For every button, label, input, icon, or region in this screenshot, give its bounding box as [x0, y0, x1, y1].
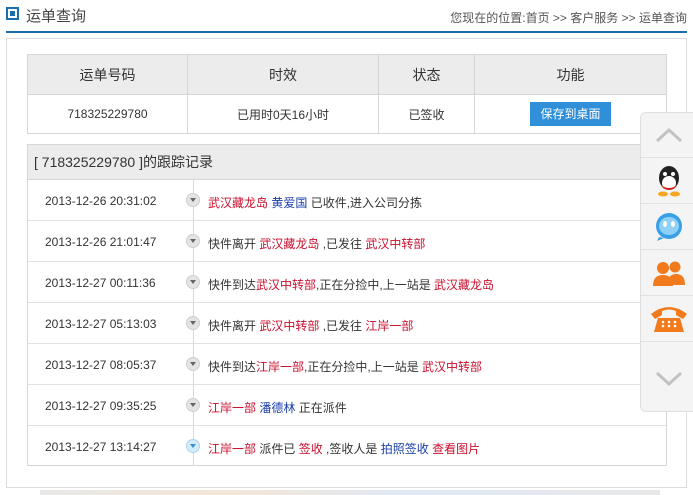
record-text: ,正在分捡中,上一站是 [316, 278, 435, 292]
record-text: ,正在分捡中,上一站是 [304, 360, 423, 374]
bottom-banner-edge [40, 490, 660, 495]
record-time: 2013-12-27 05:13:03 [45, 317, 157, 331]
timeline-expand-icon[interactable] [186, 316, 200, 330]
square-bullet-icon [6, 7, 19, 20]
table-row: 718325229780 已用时0天16小时 已签收 保存到桌面 [27, 94, 667, 134]
online-chat-button[interactable] [641, 205, 693, 250]
table-header-row: 运单号码 时效 状态 功能 [27, 54, 667, 95]
record-time: 2013-12-27 08:05:37 [45, 358, 157, 372]
tracking-records-title: [ 718325229780 ]的跟踪记录 [34, 154, 213, 170]
record-description: 江岸一部 潘德林 正在派件 [208, 399, 347, 416]
record-description: 江岸一部 派件已 签收 ,签收人是 拍照签收 查看图片 [208, 440, 480, 457]
timeline-expand-icon[interactable] [186, 398, 200, 412]
duration-cell: 已用时0天16小时 [187, 94, 379, 134]
record-text: ,签收人是 [322, 442, 381, 456]
tracking-records-header: [ 718325229780 ]的跟踪记录 [28, 145, 666, 180]
waybill-summary-table: 运单号码 时效 状态 功能 718325229780 已用时0天16小时 已签收… [27, 54, 667, 134]
record-text: ,已发往 [319, 237, 366, 251]
function-cell: 保存到桌面 [474, 94, 667, 134]
record-description: 快件离开 武汉藏龙岛 ,已发往 武汉中转部 [208, 235, 425, 252]
breadcrumb: 您现在的位置:首页 >> 客户服务 >> 运单查询 [450, 9, 687, 26]
record-text: 快件到达 [208, 278, 257, 292]
tracking-record-row: 2013-12-27 09:35:25 江岸一部 潘德林 正在派件 [28, 385, 666, 426]
chat-bubble-icon [655, 213, 682, 241]
record-highlight-link[interactable]: 江岸一部 [208, 401, 256, 415]
tracking-record-row: 2013-12-27 05:13:03 快件离开 武汉中转部 ,已发往 江岸一部 [28, 303, 666, 344]
phone-icon [650, 307, 687, 332]
record-highlight-link[interactable]: 潘德林 [259, 401, 295, 415]
record-time: 2013-12-27 00:11:36 [45, 276, 156, 290]
record-highlight-link[interactable]: 签收 [299, 442, 323, 456]
record-highlight-link[interactable]: 武汉中转部 [259, 319, 319, 333]
record-highlight-link[interactable]: 拍照签收 [381, 442, 429, 456]
tracking-record-row: 2013-12-27 08:05:37 快件到达江岸一部,正在分捡中,上一站是 武… [28, 344, 666, 385]
record-highlight-link[interactable]: 武汉中转部 [422, 360, 482, 374]
record-highlight-link[interactable]: 武汉中转部 [256, 278, 316, 292]
qq-icon [657, 166, 680, 197]
breadcrumb-current: 运单查询 [638, 11, 687, 25]
floating-side-toolbar [640, 112, 693, 412]
column-header-waybill-number: 运单号码 [27, 54, 188, 95]
hotline-button[interactable] [641, 297, 693, 342]
timeline-expand-icon[interactable] [186, 439, 200, 453]
record-text: 正在派件 [295, 401, 347, 415]
contacts-icon [652, 261, 685, 286]
save-to-desktop-button[interactable]: 保存到桌面 [530, 102, 611, 126]
record-time: 2013-12-26 21:01:47 [45, 235, 157, 249]
column-header-function: 功能 [474, 54, 667, 95]
tracking-record-row: 2013-12-26 21:01:47 快件离开 武汉藏龙岛 ,已发往 武汉中转部 [28, 221, 666, 262]
tracking-record-row: 2013-12-27 00:11:36 快件到达武汉中转部,正在分捡中,上一站是 … [28, 262, 666, 303]
record-highlight-link[interactable]: 武汉藏龙岛 [208, 196, 268, 210]
up-arrow-icon [655, 127, 682, 143]
record-highlight-link[interactable]: 武汉中转部 [365, 237, 425, 251]
record-highlight-link[interactable]: 江岸一部 [208, 442, 256, 456]
tracking-record-row: 2013-12-27 13:14:27 江岸一部 派件已 签收 ,签收人是 拍照签… [28, 426, 666, 465]
tracking-records-panel: [ 718325229780 ]的跟踪记录 2013-12-26 20:31:0… [27, 144, 667, 466]
record-text: 快件离开 [208, 237, 260, 251]
qq-contact-button[interactable] [641, 159, 693, 204]
record-description: 快件到达江岸一部,正在分捡中,上一站是 武汉中转部 [208, 358, 482, 375]
record-highlight-link[interactable]: 武汉藏龙岛 [259, 237, 319, 251]
record-description: 快件离开 武汉中转部 ,已发往 江岸一部 [208, 317, 413, 334]
customer-service-button[interactable] [641, 251, 693, 296]
breadcrumb-home-link[interactable]: 首页 [526, 11, 550, 25]
down-arrow-icon [655, 371, 682, 386]
timeline-expand-icon[interactable] [186, 357, 200, 371]
record-highlight-link[interactable]: 江岸一部 [256, 360, 304, 374]
page-header: 运单查询 您现在的位置:首页 >> 客户服务 >> 运单查询 [6, 0, 687, 33]
record-time: 2013-12-27 09:35:25 [45, 399, 157, 413]
tracking-record-row: 2013-12-26 20:31:02 武汉藏龙岛 黄爱国 已收件,进入公司分拣 [28, 180, 666, 221]
breadcrumb-separator: >> [549, 11, 571, 25]
record-highlight-link[interactable]: 查看图片 [432, 442, 480, 456]
breadcrumb-service-link[interactable]: 客户服务 [570, 11, 618, 25]
record-text: 派件已 [256, 442, 299, 456]
timeline-expand-icon[interactable] [186, 234, 200, 248]
record-highlight-link[interactable]: 黄爱国 [271, 196, 307, 210]
record-highlight-link[interactable]: 江岸一部 [365, 319, 413, 333]
record-highlight-link[interactable]: 武汉藏龙岛 [434, 278, 494, 292]
column-header-status: 状态 [378, 54, 475, 95]
record-description: 武汉藏龙岛 黄爱国 已收件,进入公司分拣 [208, 194, 422, 211]
column-header-duration: 时效 [187, 54, 379, 95]
timeline-expand-icon[interactable] [186, 275, 200, 289]
tracking-records-list: 2013-12-26 20:31:02 武汉藏龙岛 黄爱国 已收件,进入公司分拣 2… [28, 180, 666, 465]
record-time: 2013-12-26 20:31:02 [45, 194, 157, 208]
timeline-expand-icon[interactable] [186, 193, 200, 207]
record-text: 已收件,进入公司分拣 [307, 196, 423, 210]
breadcrumb-separator: >> [618, 11, 639, 25]
breadcrumb-prefix: 您现在的位置: [450, 11, 526, 25]
scroll-down-button[interactable] [641, 343, 693, 413]
record-description: 快件到达武汉中转部,正在分捡中,上一站是 武汉藏龙岛 [208, 276, 494, 293]
scroll-up-button[interactable] [641, 113, 693, 158]
record-text: ,已发往 [319, 319, 366, 333]
record-time: 2013-12-27 13:14:27 [45, 440, 157, 454]
status-cell: 已签收 [378, 94, 475, 134]
record-text: 快件到达 [208, 360, 257, 374]
waybill-number-cell: 718325229780 [27, 94, 188, 134]
page-title: 运单查询 [26, 8, 87, 25]
record-text: 快件离开 [208, 319, 260, 333]
